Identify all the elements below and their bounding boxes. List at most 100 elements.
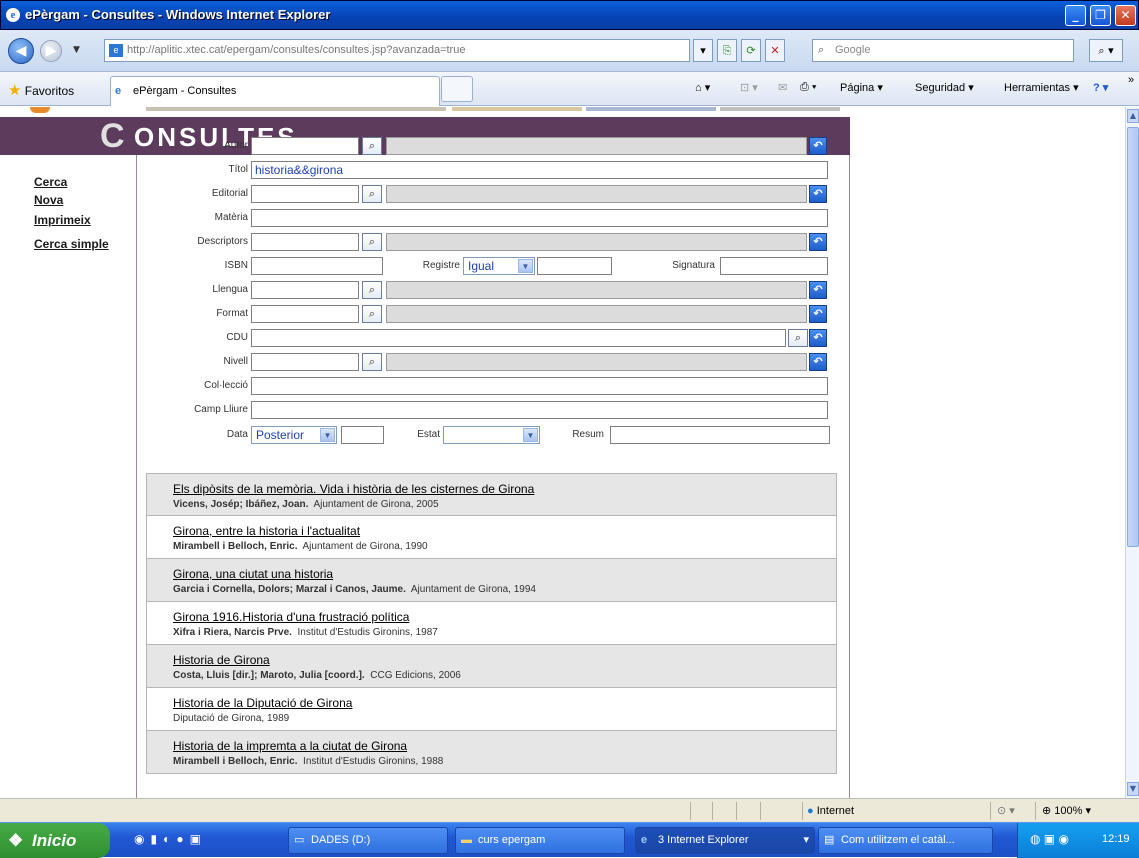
editorial-undo-icon[interactable]: ↶ xyxy=(809,185,827,203)
address-dropdown-icon[interactable]: ▾ xyxy=(693,39,713,62)
result-item[interactable]: Girona 1916.Historia d'una frustració po… xyxy=(146,602,837,645)
result-item[interactable]: Historia de la Diputació de Girona Diput… xyxy=(146,688,837,731)
new-tab-button[interactable] xyxy=(441,76,473,102)
print-icon[interactable]: ⎙ ▾ xyxy=(800,81,816,94)
result-title-link[interactable]: Historia de Girona xyxy=(173,653,270,667)
editorial-search-icon[interactable]: ⌕ xyxy=(362,185,382,203)
autor-search-icon[interactable]: ⌕ xyxy=(362,137,382,155)
nav-cerca-simple-link[interactable]: Cerca simple xyxy=(34,237,109,251)
vertical-scrollbar[interactable]: ▲ ▼ xyxy=(1125,107,1139,798)
help-icon[interactable]: ? ▾ xyxy=(1093,81,1108,94)
chevron-icon[interactable]: » xyxy=(1128,74,1134,86)
resum-label: Resum xyxy=(572,429,604,440)
format-readonly-field xyxy=(386,305,807,323)
nivell-search-icon[interactable]: ⌕ xyxy=(362,353,382,371)
nav-nova-link[interactable]: Nova xyxy=(34,193,63,207)
refresh-icon[interactable]: ⟳ xyxy=(741,39,761,62)
clock: 12:19 xyxy=(1102,833,1130,845)
materia-input[interactable] xyxy=(251,209,828,227)
minimize-button[interactable]: _ xyxy=(1065,5,1086,26)
quick-launch-icons[interactable]: ◉▮◐●▣ xyxy=(134,832,207,846)
mail-icon[interactable]: ✉ xyxy=(778,81,787,94)
nav-imprimeix-link[interactable]: Imprimeix xyxy=(34,213,91,227)
llengua-input[interactable] xyxy=(251,281,359,299)
nav-cerca-link[interactable]: Cerca xyxy=(34,175,67,189)
titol-input[interactable]: historia&&girona xyxy=(251,161,828,179)
home-icon[interactable]: ⌂ ▾ xyxy=(695,81,710,94)
descriptors-label: Descriptors xyxy=(197,236,248,247)
result-item[interactable]: Els dipòsits de la memòria. Vida i histò… xyxy=(146,473,837,516)
scroll-up-icon[interactable]: ▲ xyxy=(1127,109,1139,123)
taskbar-item-internet-explorer[interactable]: e 3 Internet Explorer ▾ xyxy=(635,827,815,854)
result-title-link[interactable]: Historia de la Diputació de Girona xyxy=(173,696,352,710)
tab-epergam-consultes[interactable]: e ePèrgam - Consultes xyxy=(110,76,440,106)
compatibility-icon[interactable]: ⎘ xyxy=(717,39,737,62)
stop-icon[interactable]: ✕ xyxy=(765,39,785,62)
format-input[interactable] xyxy=(251,305,359,323)
favorites-button[interactable]: ★ Favoritos xyxy=(8,81,74,99)
tools-menu[interactable]: Herramientas ▾ xyxy=(1004,81,1079,94)
page-content: C ONSULTES Cerca Nova Imprimeix Cerca si… xyxy=(0,107,1125,798)
search-button[interactable]: ⌕ ▾ xyxy=(1089,39,1123,62)
llengua-search-icon[interactable]: ⌕ xyxy=(362,281,382,299)
top-strip xyxy=(0,107,850,117)
nivell-label: Nivell xyxy=(223,356,248,367)
colleccio-input[interactable] xyxy=(251,377,828,395)
registre-select[interactable]: Igual ▼ xyxy=(463,257,535,275)
taskbar: ❖ Inicio ◉▮◐●▣ ▭ DADES (D:) ▬ curs eperg… xyxy=(0,822,1139,858)
result-item[interactable]: Historia de la impremta a la ciutat de G… xyxy=(146,731,837,774)
format-undo-icon[interactable]: ↶ xyxy=(809,305,827,323)
result-item[interactable]: Girona, una ciutat una historia Garcia i… xyxy=(146,559,837,602)
result-item[interactable]: Girona, entre la historia i l'actualitat… xyxy=(146,516,837,559)
back-button[interactable]: ◀ xyxy=(8,38,34,64)
security-menu[interactable]: Seguridad ▾ xyxy=(915,81,974,94)
editorial-input[interactable] xyxy=(251,185,359,203)
search-placeholder: Google xyxy=(835,44,871,56)
forward-button[interactable]: ▶ xyxy=(40,40,62,62)
format-search-icon[interactable]: ⌕ xyxy=(362,305,382,323)
llengua-undo-icon[interactable]: ↶ xyxy=(809,281,827,299)
history-dropdown-icon[interactable]: ▼ xyxy=(73,45,80,55)
registre-input[interactable] xyxy=(537,257,612,275)
taskbar-item-dades[interactable]: ▭ DADES (D:) xyxy=(288,827,448,854)
signatura-input[interactable] xyxy=(720,257,828,275)
descriptors-search-icon[interactable]: ⌕ xyxy=(362,233,382,251)
drive-icon: ▭ xyxy=(294,834,305,846)
zoom-control[interactable]: ⊕ 100% ▾ xyxy=(1035,802,1125,820)
result-title-link[interactable]: Girona 1916.Historia d'una frustració po… xyxy=(173,610,409,624)
nivell-input[interactable] xyxy=(251,353,359,371)
result-title-link[interactable]: Els dipòsits de la memòria. Vida i histò… xyxy=(173,482,534,496)
maximize-button[interactable]: ❐ xyxy=(1090,5,1111,26)
feeds-icon[interactable]: ⊡ ▾ xyxy=(740,81,758,94)
protected-mode-icon[interactable]: ⊙ ▾ xyxy=(990,802,1030,820)
resum-input[interactable] xyxy=(610,426,830,444)
search-input[interactable]: ⌕ Google xyxy=(812,39,1074,62)
result-title-link[interactable]: Girona, una ciutat una historia xyxy=(173,567,333,581)
cdu-input[interactable] xyxy=(251,329,786,347)
data-select[interactable]: Posterior ▼ xyxy=(251,426,337,444)
cdu-search-icon[interactable]: ⌕ xyxy=(788,329,808,347)
taskbar-item-word-doc[interactable]: ▤ Com utilitzem el catàl... xyxy=(818,827,993,854)
format-label: Format xyxy=(216,308,248,319)
result-title-link[interactable]: Girona, entre la historia i l'actualitat xyxy=(173,524,360,538)
page-menu[interactable]: Página ▾ xyxy=(840,81,883,94)
nivell-undo-icon[interactable]: ↶ xyxy=(809,353,827,371)
result-details: Diputació de Girona, 1989 xyxy=(173,713,290,724)
descriptors-readonly-field xyxy=(386,233,807,251)
result-title-link[interactable]: Historia de la impremta a la ciutat de G… xyxy=(173,739,407,753)
descriptors-input[interactable] xyxy=(251,233,359,251)
descriptors-undo-icon[interactable]: ↶ xyxy=(809,233,827,251)
taskbar-item-curs-epergam[interactable]: ▬ curs epergam xyxy=(455,827,625,854)
scroll-down-icon[interactable]: ▼ xyxy=(1127,782,1139,796)
result-item[interactable]: Historia de Girona Costa, Lluis [dir.]; … xyxy=(146,645,837,688)
address-input[interactable]: e http://aplitic.xtec.cat/epergam/consul… xyxy=(104,39,690,62)
start-button[interactable]: ❖ Inicio xyxy=(0,823,110,858)
cdu-undo-icon[interactable]: ↶ xyxy=(809,329,827,347)
scroll-thumb[interactable] xyxy=(1127,127,1139,547)
close-button[interactable]: ✕ xyxy=(1115,5,1136,26)
autor-input[interactable] xyxy=(251,137,359,155)
tray-icons[interactable]: ◍ ▣ ◉ xyxy=(1030,832,1069,846)
autor-undo-icon[interactable]: ↶ xyxy=(809,137,827,155)
window-title-bar[interactable]: e ePèrgam - Consultes - Windows Internet… xyxy=(0,0,1139,30)
camp-lliure-input[interactable] xyxy=(251,401,828,419)
